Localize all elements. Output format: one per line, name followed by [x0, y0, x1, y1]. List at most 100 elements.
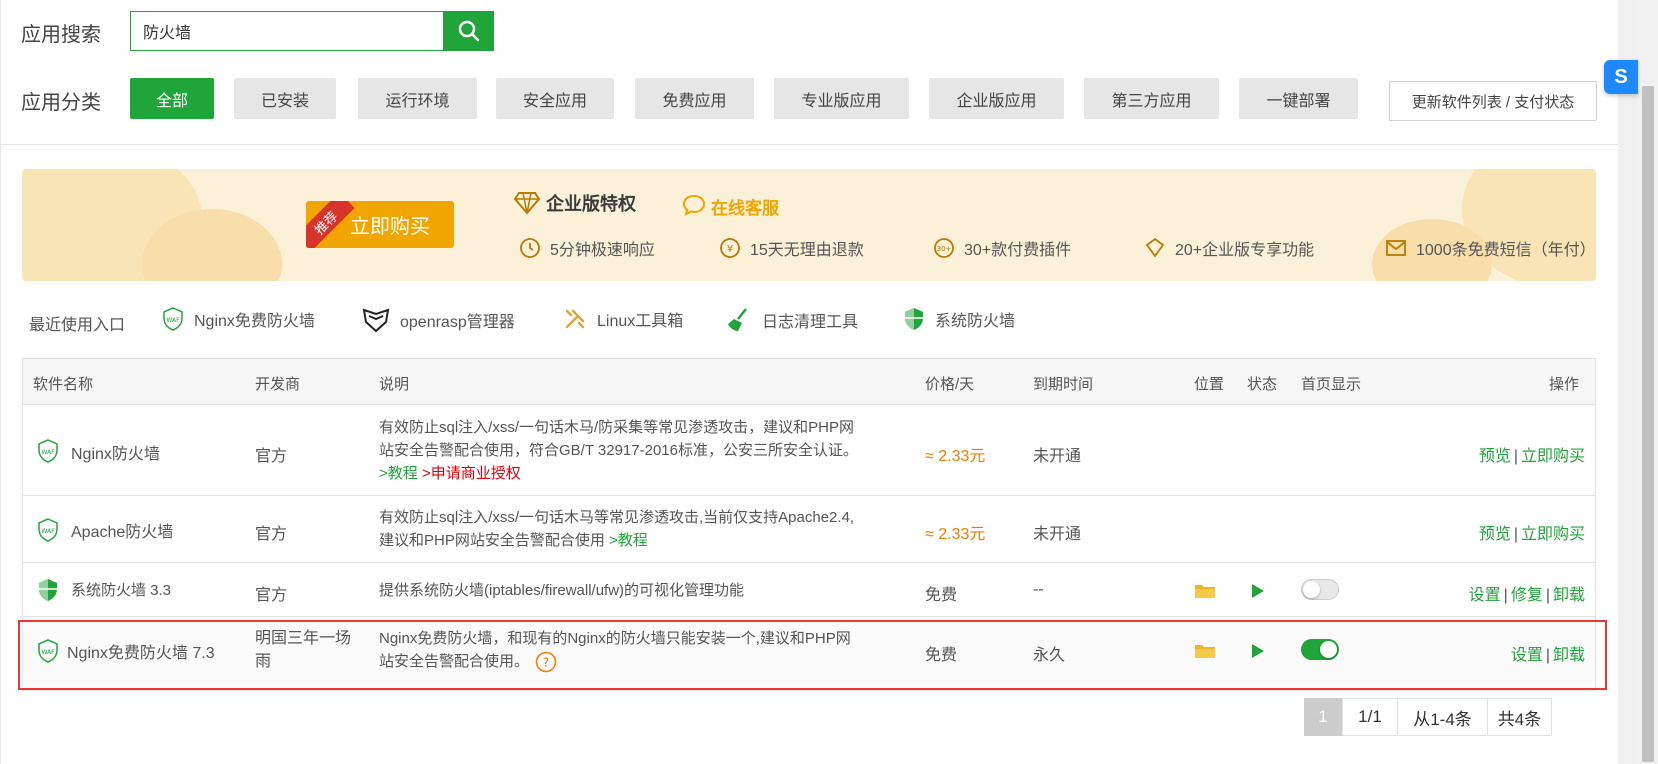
perk-refund: ¥ 15天无理由退款 [718, 236, 864, 260]
diamond-icon [514, 192, 540, 214]
buy-now-link[interactable]: 立即购买 [1521, 526, 1585, 543]
recent-openrasp[interactable]: openrasp管理器 [362, 307, 515, 333]
expire-time: -- [1033, 581, 1044, 598]
page-count: 1/1 [1342, 698, 1398, 736]
col-status: 状态 [1247, 376, 1278, 393]
software-name: 系统防火墙 3.3 [71, 582, 172, 599]
vendor: 官方 [255, 526, 288, 543]
category-enterprise[interactable]: 企业版应用 [929, 78, 1064, 119]
scrollbar-thumb[interactable] [1642, 86, 1654, 762]
software-name: Nginx防火墙 [71, 446, 160, 463]
uninstall-link[interactable]: 卸载 [1553, 587, 1585, 604]
recommend-ribbon: 推荐 [306, 201, 355, 248]
recent-system-firewall[interactable]: 系统防火墙 [903, 307, 1015, 331]
preview-link[interactable]: 预览 [1479, 526, 1511, 543]
recent-entries-label: 最近使用入口 [29, 317, 126, 334]
search-button[interactable] [443, 11, 494, 51]
description: 有效防止sql注入/xss/一句话木马等常见渗透攻击,当前仅支持Apache2.… [379, 509, 855, 549]
table-header: 软件名称 开发商 说明 价格/天 到期时间 位置 状态 首页显示 操作 [23, 359, 1595, 405]
software-name: Apache防火墙 [71, 524, 174, 541]
category-third-party[interactable]: 第三方应用 [1084, 78, 1219, 119]
recent-nginx-free-waf[interactable]: WAF Nginx免费防火墙 [162, 307, 315, 331]
category-all[interactable]: 全部 [130, 78, 214, 119]
svg-text:WAF: WAF [41, 528, 55, 535]
table-row: 系统防火墙 3.3 官方 提供系统防火墙(iptables/firewall/u… [23, 563, 1595, 617]
description: 有效防止sql注入/xss/一句话木马/防采集等常见渗透攻击，建议和PHP网 站… [379, 419, 858, 482]
enterprise-privilege-title: 企业版特权 [546, 194, 636, 214]
category-one-click[interactable]: 一键部署 [1239, 78, 1358, 119]
expire-time: 未开通 [1033, 448, 1082, 465]
clock-icon [520, 238, 540, 258]
col-software-name: 软件名称 [33, 376, 94, 393]
buy-now-link[interactable]: 立即购买 [1521, 448, 1585, 465]
enterprise-banner [22, 169, 1596, 281]
svg-text:30+: 30+ [937, 245, 952, 253]
highlight-box [18, 620, 1607, 690]
home-display-toggle[interactable] [1301, 579, 1339, 600]
search-icon [458, 20, 479, 42]
waf-icon: WAF [163, 307, 183, 331]
category-pro[interactable]: 专业版应用 [774, 78, 909, 119]
preview-link[interactable]: 预览 [1479, 448, 1511, 465]
tutorial-link[interactable]: >教程 [379, 465, 418, 482]
folder-icon[interactable] [1194, 583, 1216, 599]
tools-icon [565, 309, 585, 329]
waf-icon: WAF [38, 518, 58, 542]
col-expire: 到期时间 [1033, 376, 1094, 393]
broom-icon [728, 308, 747, 331]
row-actions: 预览 | 立即购买 [1478, 526, 1585, 543]
category-free[interactable]: 免费应用 [635, 78, 754, 119]
perk-enterprise-features: 20+企业版专享功能 [1143, 236, 1314, 260]
svg-text:¥: ¥ [727, 244, 733, 255]
perk-fast-response: 5分钟极速响应 [518, 236, 655, 260]
plugin-count-icon: 30+ [934, 238, 954, 258]
svg-text:WAF: WAF [166, 317, 180, 324]
mail-icon [1386, 240, 1406, 256]
row-actions: 设置 | 修复 | 卸载 [1468, 587, 1585, 604]
settings-link[interactable]: 设置 [1469, 587, 1501, 604]
search-input[interactable] [130, 11, 443, 51]
page-range: 从1-4条 [1397, 698, 1488, 736]
play-icon[interactable] [1251, 583, 1265, 599]
repair-link[interactable]: 修复 [1511, 587, 1543, 604]
online-support-link[interactable]: 在线客服 [711, 194, 779, 219]
category-installed[interactable]: 已安装 [234, 78, 336, 119]
page-total: 共4条 [1487, 698, 1552, 736]
expire-time: 未开通 [1033, 526, 1082, 543]
update-software-list-button[interactable]: 更新软件列表 / 支付状态 [1389, 81, 1597, 121]
col-actions: 操作 [1549, 376, 1580, 393]
description: 提供系统防火墙(iptables/firewall/ufw)的可视化管理功能 [379, 582, 745, 599]
col-vendor: 开发商 [255, 376, 301, 393]
recent-log-cleaner[interactable]: 日志清理工具 [726, 307, 858, 333]
col-home-display: 首页显示 [1301, 376, 1362, 393]
price: ≈ 2.33元 [925, 526, 986, 543]
perk-free-sms: 1000条免费短信（年付） [1384, 236, 1596, 260]
page-current[interactable]: 1 [1304, 698, 1342, 736]
buy-now-label: 立即购买 [350, 216, 430, 238]
vendor: 官方 [255, 587, 288, 604]
refund-icon: ¥ [720, 238, 740, 258]
openrasp-icon [362, 308, 390, 333]
search-label: 应用搜索 [21, 24, 101, 46]
category-runtime[interactable]: 运行环境 [358, 78, 477, 119]
category-security[interactable]: 安全应用 [496, 78, 614, 119]
apply-license-link[interactable]: >申请商业授权 [422, 465, 521, 482]
shield-icon [39, 579, 57, 601]
floating-helper-icon[interactable]: S [1604, 60, 1638, 94]
svg-text:WAF: WAF [41, 449, 55, 456]
vendor: 官方 [255, 448, 288, 465]
shield-icon [905, 308, 923, 330]
col-price: 价格/天 [925, 376, 975, 393]
page-left-border [0, 0, 1, 764]
row-actions: 预览 | 立即购买 [1478, 448, 1585, 465]
recent-linux-toolbox[interactable]: Linux工具箱 [563, 307, 683, 331]
category-label: 应用分类 [21, 92, 101, 114]
price: ≈ 2.33元 [925, 448, 986, 465]
gem-icon [1145, 237, 1165, 258]
tutorial-link[interactable]: >教程 [609, 532, 648, 549]
section-divider [0, 144, 1618, 145]
table-row: WAF Nginx防火墙 官方 有效防止sql注入/xss/一句话木马/防采集等… [23, 405, 1595, 496]
buy-now-button[interactable]: 推荐 立即购买 [306, 201, 454, 248]
col-description: 说明 [379, 376, 410, 393]
waf-icon: WAF [38, 439, 58, 463]
